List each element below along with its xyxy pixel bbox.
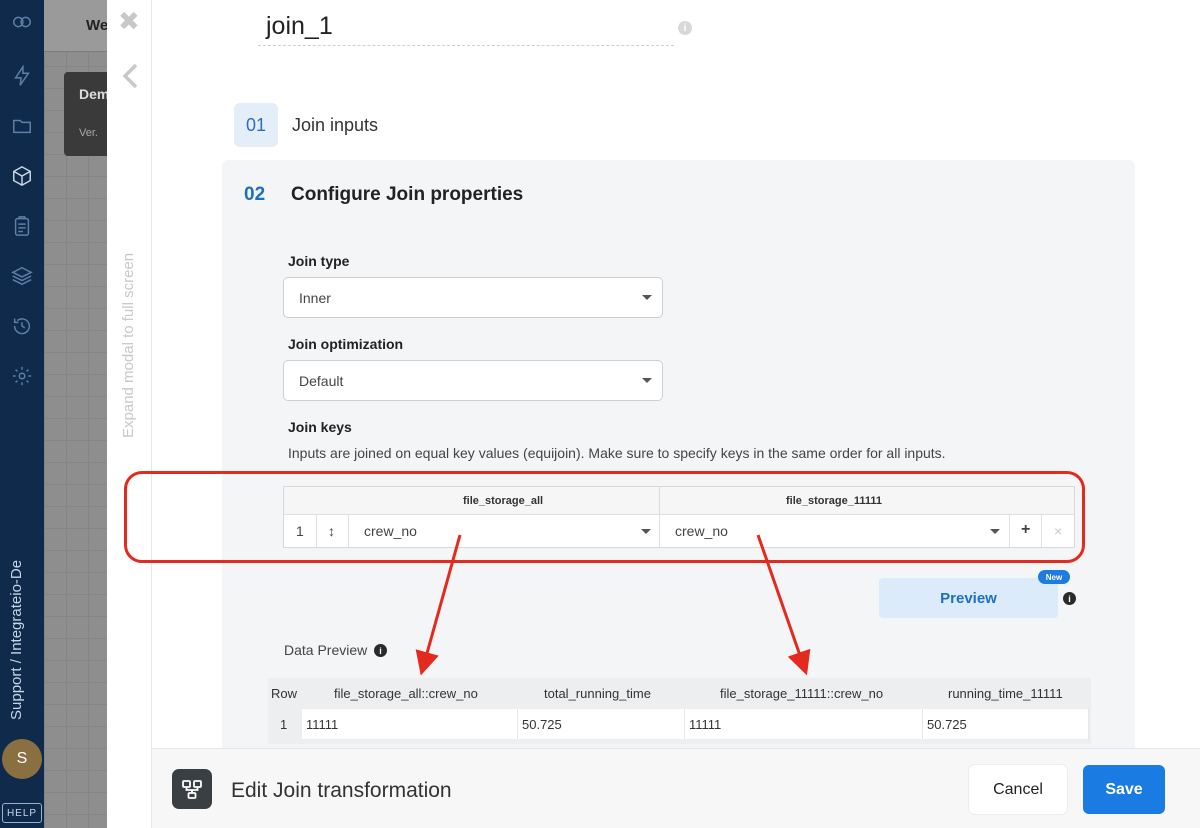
expand-modal-link[interactable]: Expand modal to full screen (120, 253, 137, 438)
package-icon[interactable] (10, 164, 34, 188)
join-transformation-icon (172, 769, 212, 809)
table-header: running_time_11111 (948, 686, 1063, 701)
background-card-title: Dem (79, 86, 110, 102)
table-cell: 50.725 (518, 709, 685, 739)
join-optimization-select[interactable]: Default (283, 360, 663, 401)
step-label: Join inputs (292, 114, 379, 135)
breadcrumb-vertical[interactable]: Support / Integrateio-De (8, 560, 25, 720)
background-canvas: We Dem Ver. (44, 0, 110, 828)
join-keys-label: Join keys (288, 419, 352, 435)
app-root: Support / Integrateio-De S HELP We Dem V… (0, 0, 1200, 828)
info-icon[interactable]: i (678, 21, 692, 35)
join-type-select[interactable]: Inner (283, 277, 663, 318)
table-cell: 11111 (685, 709, 923, 739)
chevron-left-icon[interactable] (120, 62, 140, 90)
clipboard-icon[interactable] (10, 214, 34, 238)
background-card-subtitle: Ver. (79, 127, 98, 139)
chevron-down-icon (642, 378, 652, 383)
step-number: 02 (244, 184, 266, 205)
chevron-down-icon (642, 295, 652, 300)
step-join-inputs[interactable]: 01 Join inputs (234, 103, 378, 147)
join-type-value: Inner (299, 290, 331, 306)
join-keys-help: Inputs are joined on equal key values (e… (288, 445, 946, 461)
table-header: file_storage_11111::crew_no (720, 686, 884, 701)
table-cell: 11111 (302, 709, 518, 739)
step-title: Configure Join properties (291, 184, 524, 205)
table-cell: 1 (280, 717, 288, 732)
configure-panel: 02 Configure Join properties Join type I… (222, 160, 1135, 748)
info-icon[interactable]: i (1063, 592, 1076, 605)
table-header: Row (271, 686, 298, 701)
step-number: 01 (234, 103, 278, 147)
component-name-field[interactable]: join_1 (258, 10, 674, 46)
modal-footer: Edit Join transformation Cancel Save (152, 748, 1200, 828)
table-row: 1 11111 50.725 11111 50.725 (268, 709, 1091, 739)
join-optimization-label: Join optimization (288, 336, 404, 352)
logo-icon[interactable] (10, 10, 34, 34)
component-name[interactable]: join_1 (266, 12, 333, 41)
close-icon[interactable]: ✖ (118, 8, 140, 34)
help-button[interactable]: HELP (2, 803, 42, 823)
folder-icon[interactable] (10, 114, 34, 138)
left-nav: Support / Integrateio-De S HELP (0, 0, 44, 828)
new-badge: New (1038, 570, 1070, 584)
info-icon[interactable]: i (374, 644, 387, 657)
save-button[interactable]: Save (1083, 765, 1165, 814)
footer-title: Edit Join transformation (231, 779, 452, 802)
settings-gear-icon[interactable] (10, 364, 34, 388)
modal-gutter: ✖ Expand modal to full screen (107, 0, 152, 828)
annotation-highlight-box (124, 471, 1085, 563)
table-header: file_storage_all::crew_no (334, 686, 478, 701)
table-header: total_running_time (544, 686, 651, 701)
history-icon[interactable] (10, 314, 34, 338)
background-card: Dem Ver. (64, 72, 110, 156)
data-preview-label: Data Preview (284, 642, 368, 658)
cancel-button[interactable]: Cancel (969, 765, 1067, 814)
background-tabbar: We (44, 0, 108, 52)
preview-button[interactable]: Preview (879, 578, 1058, 618)
join-optimization-value: Default (299, 373, 344, 389)
modal-content: join_1 i 01 Join inputs 02 Configure Joi… (152, 0, 1200, 748)
lightning-icon[interactable] (10, 64, 34, 88)
layers-icon[interactable] (10, 264, 34, 288)
avatar[interactable]: S (2, 739, 42, 779)
table-cell: 50.725 (923, 709, 1089, 739)
background-tab-label: We (86, 17, 109, 34)
data-preview-table: Row file_storage_all::crew_no total_runn… (268, 678, 1091, 744)
join-type-label: Join type (288, 253, 350, 269)
